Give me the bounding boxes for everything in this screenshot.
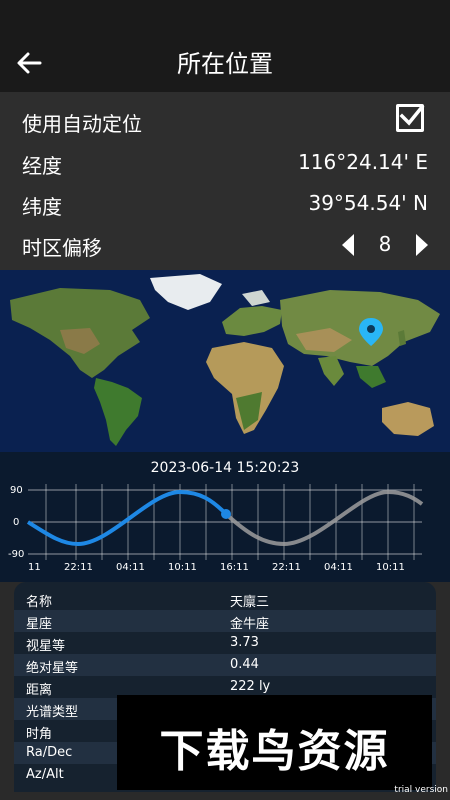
y-tick-label: 90 — [10, 485, 23, 496]
info-value: 222 ly — [230, 679, 271, 694]
table-row: 绝对星等 0.44 — [14, 654, 436, 676]
latitude-label: 纬度 — [22, 195, 62, 219]
longitude-row: 经度 116°24.14' E — [0, 142, 450, 182]
info-key: 光谱类型 — [26, 705, 79, 720]
table-row: 星座 金牛座 — [14, 610, 436, 632]
world-map[interactable] — [0, 270, 450, 452]
app-screen: 所在位置 使用自动定位 经度 116°24.14' E 纬度 39°54.54'… — [0, 0, 450, 800]
watermark-banner: 下载鸟资源 — [117, 695, 432, 790]
latitude-row: 纬度 39°54.54' N — [0, 183, 450, 223]
x-tick-label: 22:11 — [64, 562, 93, 573]
table-row: 视星等 3.73 — [14, 632, 436, 654]
info-key: Az/Alt — [26, 767, 64, 782]
info-key: 绝对星等 — [26, 661, 79, 676]
auto-location-label: 使用自动定位 — [22, 112, 142, 136]
info-value: 天廪三 — [230, 595, 270, 610]
info-value: 3.73 — [230, 635, 259, 650]
timezone-label: 时区偏移 — [22, 236, 102, 260]
past-altitude-curve — [26, 489, 228, 547]
future-altitude-curve — [224, 489, 424, 547]
info-key: 视星等 — [26, 639, 66, 654]
info-value: 金牛座 — [230, 617, 270, 632]
altitude-timeline[interactable]: 2023-06-14 15:20:23 90 0 -90 11 22:11 04… — [0, 452, 450, 582]
check-icon — [399, 104, 425, 126]
top-bar: 所在位置 — [0, 0, 450, 92]
latitude-value: 39°54.54' N — [308, 191, 428, 215]
info-key: Ra/Dec — [26, 745, 73, 760]
info-key: 时角 — [26, 727, 53, 742]
current-position-marker — [221, 509, 231, 519]
longitude-value: 116°24.14' E — [298, 150, 428, 174]
x-tick-label: 16:11 — [220, 562, 249, 573]
x-tick-label: 22:11 — [272, 562, 301, 573]
auto-location-row[interactable]: 使用自动定位 — [0, 100, 450, 140]
location-settings: 使用自动定位 经度 116°24.14' E 纬度 39°54.54' N 时区… — [0, 92, 450, 270]
y-tick-label: 0 — [13, 517, 19, 528]
timezone-stepper: 8 — [342, 230, 428, 260]
altitude-curve-chart: 90 0 -90 11 22:11 04:11 10:11 16:11 22:1… — [8, 484, 424, 573]
info-key: 距离 — [26, 683, 53, 698]
x-tick-label: 04:11 — [324, 562, 353, 573]
y-tick-label: -90 — [8, 549, 24, 560]
info-key: 星座 — [26, 617, 53, 632]
x-tick-label: 04:11 — [116, 562, 145, 573]
info-value: 0.44 — [230, 657, 259, 672]
table-row: 名称 天廪三 — [14, 588, 436, 610]
timezone-row: 时区偏移 8 — [0, 224, 450, 264]
watermark-text: 下载鸟资源 — [159, 726, 390, 777]
page-title: 所在位置 — [177, 50, 273, 78]
x-tick-label: 11 — [28, 562, 41, 573]
x-tick-label: 10:11 — [376, 562, 405, 573]
info-key: 名称 — [26, 595, 53, 610]
trial-version-label: trial version — [394, 785, 448, 795]
x-tick-label: 10:11 — [168, 562, 197, 573]
world-map-image — [0, 270, 450, 452]
longitude-label: 经度 — [22, 154, 62, 178]
increment-arrow-icon[interactable] — [416, 234, 428, 256]
auto-location-checkbox[interactable] — [396, 104, 425, 132]
